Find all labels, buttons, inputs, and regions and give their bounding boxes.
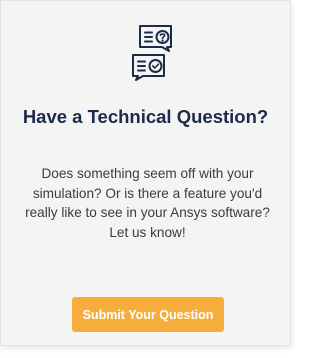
card-description: Does something seem off with your simula…: [25, 166, 270, 240]
chat-question-check-icon: [127, 23, 177, 83]
technical-question-card: Have a Technical Question? Does somethin…: [0, 0, 291, 346]
card-title: Have a Technical Question?: [22, 106, 269, 127]
submit-question-button[interactable]: Submit Your Question: [72, 297, 224, 332]
